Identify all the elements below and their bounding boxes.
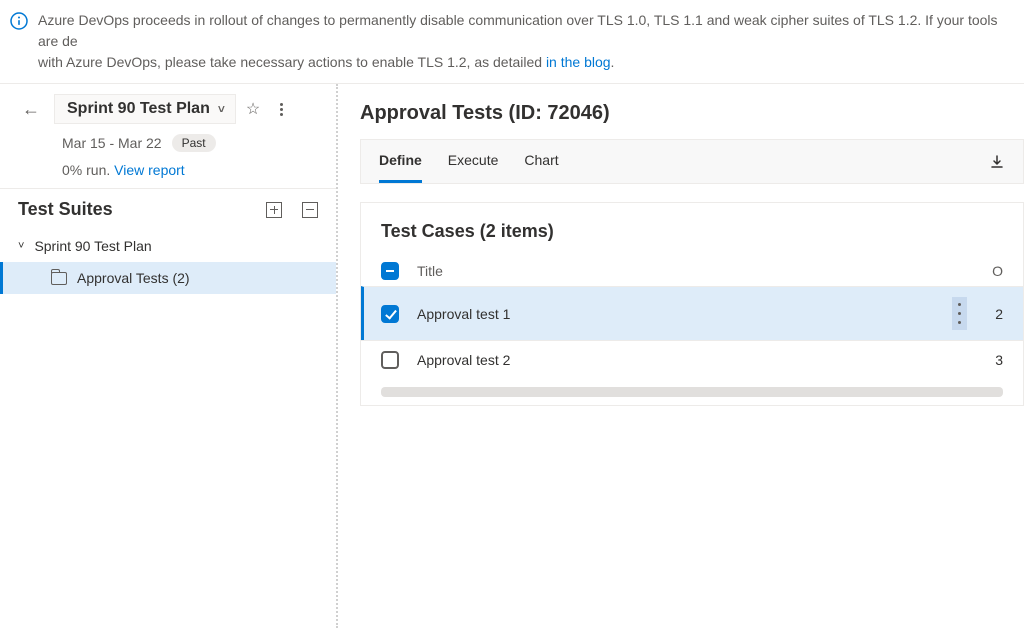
info-icon: [10, 12, 28, 30]
row-more-menu[interactable]: [952, 297, 967, 330]
tab-define[interactable]: Define: [379, 140, 422, 183]
banner-line1: Azure DevOps proceeds in rollout of chan…: [38, 12, 998, 49]
tab-bar: Define Execute Chart: [360, 139, 1024, 184]
tab-chart[interactable]: Chart: [524, 140, 558, 183]
grid-title: Test Cases (2 items): [361, 203, 1023, 256]
chevron-down-icon: ˅: [218, 102, 225, 116]
plan-date-range: Mar 15 - Mar 22: [62, 135, 162, 151]
view-report-link[interactable]: View report: [114, 162, 185, 178]
tls-banner: Azure DevOps proceeds in rollout of chan…: [0, 0, 1024, 84]
suite-root-label: Sprint 90 Test Plan: [34, 238, 151, 254]
col-order: O: [992, 263, 1003, 279]
suite-item-label: Approval Tests (2): [77, 270, 190, 286]
back-arrow-icon[interactable]: ←: [18, 97, 44, 122]
chevron-down-icon: ˅: [18, 240, 24, 252]
suite-root[interactable]: ˅ Sprint 90 Test Plan: [0, 230, 336, 262]
plan-status-badge: Past: [172, 134, 216, 152]
plan-run-status: 0% run.: [62, 162, 110, 178]
banner-link[interactable]: in the blog: [546, 54, 611, 70]
folder-icon: [51, 272, 67, 285]
favorite-star-icon[interactable]: ☆: [246, 99, 260, 119]
banner-line2: with Azure DevOps, please take necessary…: [38, 54, 546, 70]
table-row[interactable]: Approval test 2 3: [361, 340, 1023, 379]
left-pane: ← Sprint 90 Test Plan ˅ ☆ Mar 15 - Mar 2…: [0, 84, 338, 628]
right-pane: Approval Tests (ID: 72046) Define Execut…: [338, 84, 1024, 628]
page-title: Approval Tests (ID: 72046): [360, 102, 1024, 125]
select-all-checkbox[interactable]: [381, 262, 399, 280]
suites-title: Test Suites: [18, 199, 113, 220]
plan-name: Sprint 90 Test Plan: [67, 100, 210, 118]
col-title: Title: [417, 263, 974, 279]
test-case-grid: Test Cases (2 items) Title O Approval te…: [360, 202, 1024, 406]
banner-text: Azure DevOps proceeds in rollout of chan…: [38, 10, 1008, 73]
row-checkbox[interactable]: [381, 305, 399, 323]
download-icon[interactable]: [989, 154, 1005, 170]
horizontal-scrollbar[interactable]: [381, 387, 1003, 397]
suite-tree: ˅ Sprint 90 Test Plan Approval Tests (2): [0, 230, 336, 294]
test-plan-selector[interactable]: Sprint 90 Test Plan ˅: [54, 94, 236, 124]
collapse-suite-icon[interactable]: [302, 202, 318, 218]
add-suite-icon[interactable]: [266, 202, 282, 218]
row-order: 3: [995, 352, 1003, 368]
row-title: Approval test 1: [417, 306, 934, 322]
row-checkbox[interactable]: [381, 351, 399, 369]
row-title: Approval test 2: [417, 352, 967, 368]
table-row[interactable]: Approval test 1 2: [361, 286, 1023, 340]
plan-more-menu[interactable]: [280, 101, 283, 118]
grid-header: Title O: [361, 256, 1023, 286]
suite-item-approval-tests[interactable]: Approval Tests (2): [0, 262, 336, 294]
tab-execute[interactable]: Execute: [448, 140, 499, 183]
row-order: 2: [995, 306, 1003, 322]
